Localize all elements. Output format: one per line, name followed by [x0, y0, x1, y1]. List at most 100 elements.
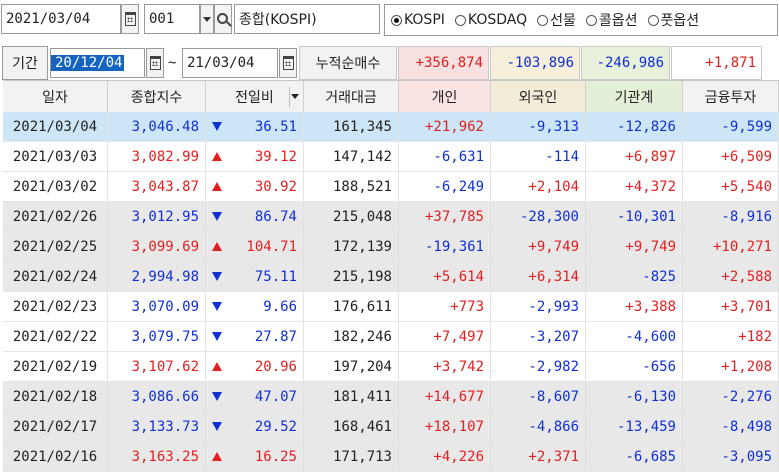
triangle-down-icon: [212, 422, 222, 431]
cell-index: 3,079.75: [108, 322, 206, 352]
table-header: 일자 종합지수 전일비 거래대금 개인 외국인 기관계 금융투자: [3, 80, 779, 112]
table-row[interactable]: 2021/02/19 3,107.62 20.96 197,204 +3,742 -2,9…: [3, 352, 779, 382]
header-date[interactable]: 일자: [3, 81, 108, 112]
cell-volume-value: 188,521: [332, 178, 392, 195]
market-radio-0[interactable]: KOSPI: [391, 12, 445, 28]
header-volume[interactable]: 거래대금: [304, 81, 399, 112]
market-radio-1[interactable]: KOSDAQ: [454, 12, 528, 28]
table-row[interactable]: 2021/03/04 3,046.48 36.51 161,345 +21,962 -9,…: [3, 112, 779, 142]
cell-volume-value: 172,139: [332, 238, 392, 255]
table-row[interactable]: 2021/03/03 3,082.99 39.12 147,142 -6,631 -114…: [3, 142, 779, 172]
cell-foreign: +9,749: [491, 232, 586, 262]
cell-foreign-value: -28,300: [519, 208, 579, 225]
index-name-field: 종합(KOSPI): [234, 4, 380, 34]
period-start-calendar-button[interactable]: [146, 48, 164, 78]
cell-volume-value: 161,345: [332, 118, 392, 135]
cell-date-value: 2021/02/24: [12, 268, 98, 285]
table-row[interactable]: 2021/02/22 3,079.75 27.87 182,246 +7,497 -3,2…: [3, 322, 779, 352]
cell-individual: -6,631: [399, 142, 491, 172]
cell-foreign-value: -8,607: [528, 388, 579, 405]
radio-icon: [391, 14, 402, 26]
header-individual-label: 개인: [431, 89, 458, 106]
index-name-value: 종합(KOSPI): [239, 12, 317, 28]
cell-institution-value: -825: [642, 268, 676, 285]
cell-individual-value: -19,361: [424, 238, 484, 255]
cell-institution-value: -10,301: [616, 208, 676, 225]
cell-change: 47.07: [206, 382, 304, 412]
cell-volume: 197,204: [304, 352, 399, 382]
cell-financial: -9,599: [683, 112, 779, 142]
table-row[interactable]: 2021/02/17 3,133.73 29.52 168,461 +18,107 -4,…: [3, 412, 779, 442]
market-radio-4[interactable]: 풋옵션: [647, 10, 699, 30]
cell-institution: -656: [586, 352, 683, 382]
calendar-icon: [124, 12, 136, 26]
cell-date-value: 2021/02/22: [12, 328, 98, 345]
header-change-label: 전일비: [235, 89, 274, 106]
header-financial-label: 금융투자: [704, 89, 757, 106]
table-row[interactable]: 2021/02/26 3,012.95 86.74 215,048 +37,785 -28…: [3, 202, 779, 232]
table-row[interactable]: 2021/02/18 3,086.66 47.07 181,411 +14,677 -8,…: [3, 382, 779, 412]
cell-date: 2021/02/25: [3, 232, 108, 262]
cell-index-value: 3,079.75: [131, 328, 199, 345]
cell-financial-value: +5,540: [721, 178, 772, 195]
period-end-input[interactable]: 21/03/04: [182, 48, 278, 78]
sum-foreign: -103,896: [490, 46, 580, 80]
cell-change-value: 30.92: [254, 178, 297, 195]
header-institution[interactable]: 기관계: [586, 81, 683, 112]
code-input[interactable]: 001: [144, 4, 200, 34]
cell-institution-value: +9,749: [625, 238, 676, 255]
date-input[interactable]: 2021/03/04: [1, 4, 121, 34]
table-row[interactable]: 2021/02/24 2,994.98 75.11 215,198 +5,614 +6,3…: [3, 262, 779, 292]
table-row[interactable]: 2021/02/25 3,099.69 104.71 172,139 -19,361 +9…: [3, 232, 779, 262]
calendar-icon: [149, 56, 161, 70]
cell-foreign: -4,866: [491, 412, 586, 442]
cell-individual: +773: [399, 292, 491, 322]
header-change[interactable]: 전일비: [206, 81, 304, 112]
cell-index: 3,043.87: [108, 172, 206, 202]
cell-financial: +3,701: [683, 292, 779, 322]
market-radio-2[interactable]: 선물: [537, 10, 576, 30]
cell-index-value: 3,099.69: [131, 238, 199, 255]
table-row[interactable]: 2021/03/02 3,043.87 30.92 188,521 -6,249 +2,1…: [3, 172, 779, 202]
header-financial[interactable]: 금융투자: [683, 81, 779, 112]
market-radio-3[interactable]: 콜옵션: [585, 10, 638, 30]
cell-individual-value: +5,614: [433, 268, 484, 285]
cell-index: 3,046.48: [108, 112, 206, 142]
cell-individual: +37,785: [399, 202, 491, 232]
cell-change-value: 39.12: [254, 148, 297, 165]
cell-change: 39.12: [206, 142, 304, 172]
market-radio-label: KOSDAQ: [467, 12, 528, 28]
cell-institution: -12,826: [586, 112, 683, 142]
cell-volume-value: 171,713: [332, 448, 392, 465]
header-institution-label: 기관계: [614, 89, 654, 106]
cell-volume-value: 168,461: [332, 418, 392, 435]
cell-financial-value: -8,498: [721, 418, 772, 435]
cell-date: 2021/02/16: [3, 442, 108, 472]
cell-date: 2021/02/19: [3, 352, 108, 382]
cell-index-value: 3,082.99: [131, 148, 199, 165]
table-row[interactable]: 2021/02/16 3,163.25 16.25 171,713 +4,226 +2,3…: [3, 442, 779, 472]
period-start-input[interactable]: 20/12/04: [50, 48, 145, 78]
search-button[interactable]: [214, 4, 232, 34]
triangle-down-icon: [212, 332, 222, 341]
code-dropdown-button[interactable]: [200, 4, 214, 34]
cell-institution-value: -656: [642, 358, 676, 375]
cell-volume-value: 181,411: [332, 388, 392, 405]
header-individual[interactable]: 개인: [399, 81, 491, 112]
triangle-up-icon: [212, 152, 222, 161]
header-foreign[interactable]: 외국인: [491, 81, 586, 112]
period-end-calendar-button[interactable]: [279, 48, 297, 78]
period-start-value: 20/12/04: [51, 55, 125, 71]
cell-financial: +6,509: [683, 142, 779, 172]
cell-individual-value: -6,249: [433, 178, 484, 195]
header-foreign-label: 외국인: [518, 89, 558, 106]
header-index[interactable]: 종합지수: [108, 81, 206, 112]
triangle-up-icon: [212, 242, 222, 251]
period-label: 기간: [2, 46, 48, 80]
table-row[interactable]: 2021/02/23 3,070.09 9.66 176,611 +773 -2,993 +…: [3, 292, 779, 322]
calendar-button[interactable]: [121, 4, 139, 34]
cell-index-value: 3,086.66: [131, 388, 199, 405]
cell-date-value: 2021/02/16: [12, 448, 98, 465]
cell-foreign: -8,607: [491, 382, 586, 412]
cell-individual-value: -6,631: [433, 148, 484, 165]
